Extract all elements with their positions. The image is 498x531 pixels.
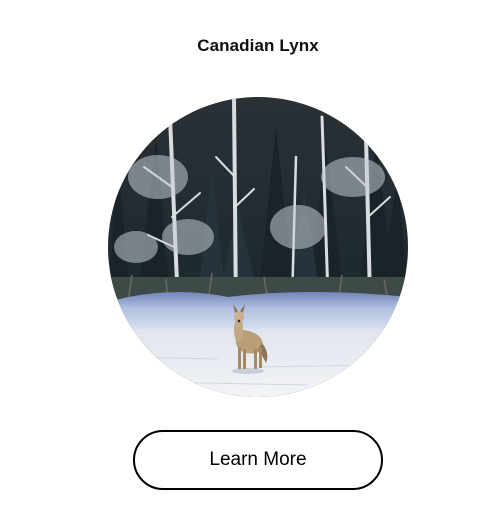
card-title: Canadian Lynx [197, 36, 319, 55]
animal-photo [108, 97, 408, 397]
animal-card: Canadian Lynx Learn More [0, 0, 498, 531]
learn-more-button[interactable]: Learn More [133, 430, 383, 490]
